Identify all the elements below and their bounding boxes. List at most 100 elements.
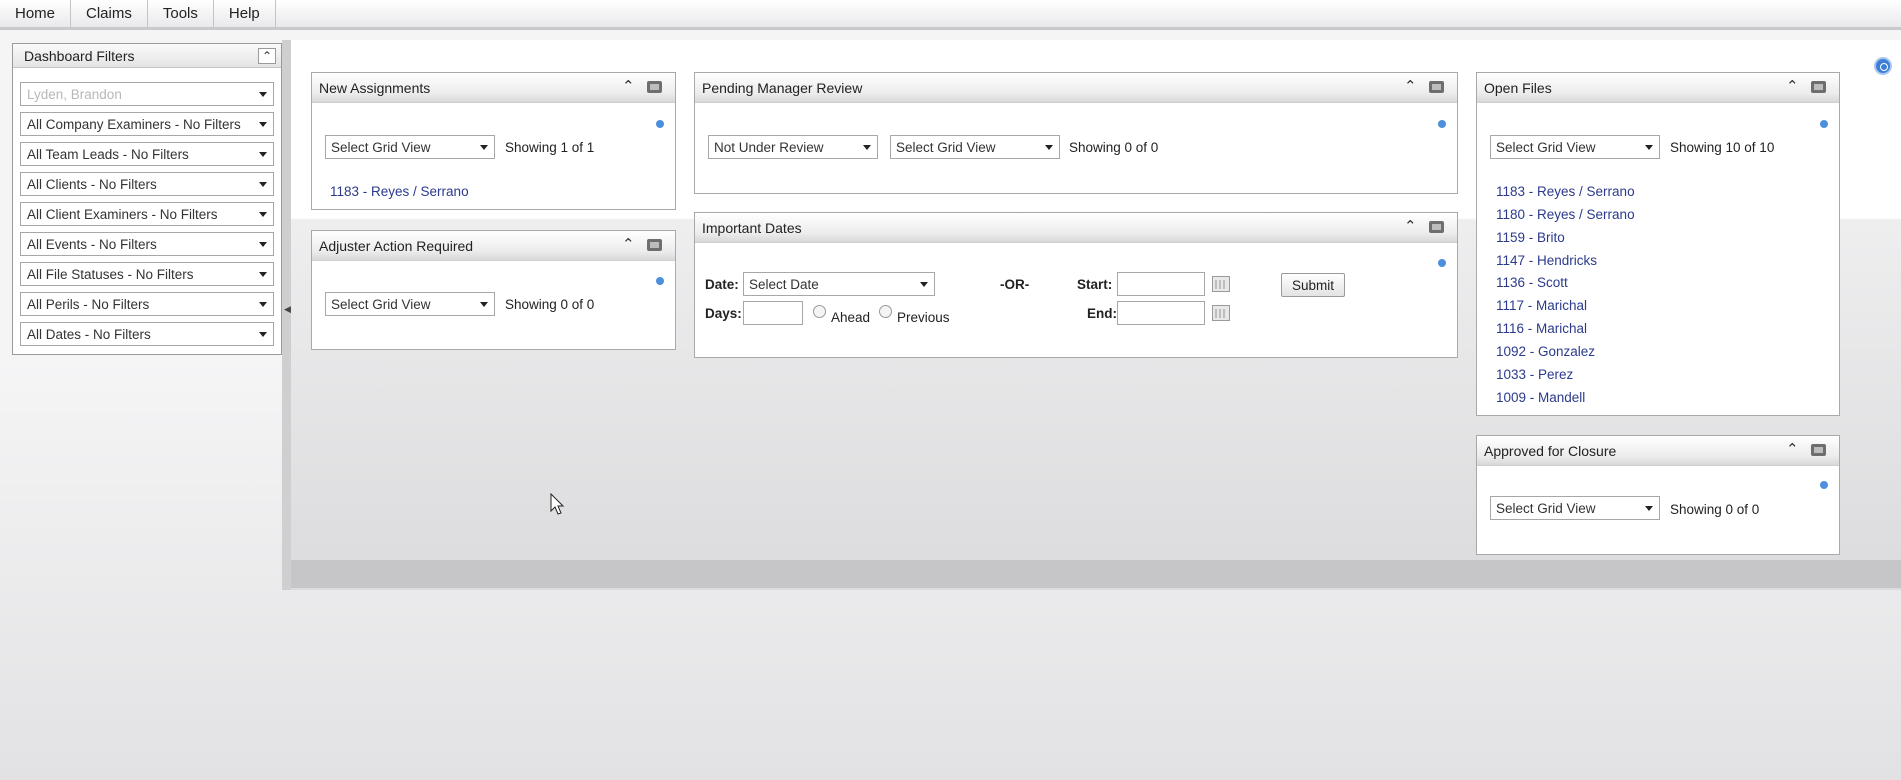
- panel-title: Pending Manager Review: [702, 80, 863, 96]
- filters-collapse-button[interactable]: ⌃: [258, 48, 276, 64]
- select-label: Select Grid View: [331, 297, 431, 312]
- menu-tools[interactable]: Tools: [148, 0, 214, 27]
- dropdown-arrow-icon: [259, 242, 267, 247]
- dropdown-arrow-icon: [259, 302, 267, 307]
- select-label: Select Grid View: [1496, 501, 1596, 516]
- info-dot-icon[interactable]: [1438, 259, 1446, 267]
- refresh-icon[interactable]: [1874, 57, 1892, 75]
- menu-claims[interactable]: Claims: [71, 0, 148, 27]
- grid-view-select[interactable]: Select Grid View: [325, 135, 495, 159]
- select-label: Select Grid View: [896, 140, 996, 155]
- close-icon[interactable]: [1811, 444, 1826, 456]
- select-label: Not Under Review: [714, 140, 824, 155]
- file-link[interactable]: 1009 - Mandell: [1496, 390, 1585, 405]
- file-link[interactable]: 1147 - Hendricks: [1496, 253, 1597, 268]
- file-link[interactable]: 1180 - Reyes / Serrano: [1496, 207, 1635, 222]
- chevron-up-icon[interactable]: ⌃: [1786, 77, 1799, 95]
- calendar-icon[interactable]: [1212, 305, 1230, 321]
- new-assignments-panel: New Assignments ⌃ Select Grid View Showi…: [311, 72, 676, 210]
- showing-count: Showing 10 of 10: [1670, 140, 1775, 155]
- menu-help[interactable]: Help: [214, 0, 276, 27]
- days-input[interactable]: [743, 301, 803, 325]
- submit-button[interactable]: Submit: [1281, 273, 1346, 297]
- showing-count: Showing 0 of 0: [1069, 140, 1159, 155]
- team-leads-select[interactable]: All Team Leads - No Filters: [20, 142, 274, 166]
- info-dot-icon[interactable]: [1820, 120, 1828, 128]
- select-label: All Company Examiners - No Filters: [27, 117, 241, 132]
- events-select[interactable]: All Events - No Filters: [20, 232, 274, 256]
- or-label: -OR-: [1000, 277, 1030, 292]
- dropdown-arrow-icon: [259, 122, 267, 127]
- panel-title: New Assignments: [319, 80, 431, 96]
- menu-bar: Home Claims Tools Help: [0, 0, 1901, 30]
- dropdown-arrow-icon: [259, 152, 267, 157]
- file-link[interactable]: 1033 - Perez: [1496, 367, 1573, 382]
- dropdown-arrow-icon: [480, 145, 488, 150]
- dates-select[interactable]: All Dates - No Filters: [20, 322, 274, 346]
- dropdown-arrow-icon: [259, 182, 267, 187]
- close-icon[interactable]: [647, 81, 662, 93]
- perils-select[interactable]: All Perils - No Filters: [20, 292, 274, 316]
- select-label: All File Statuses - No Filters: [27, 267, 194, 282]
- user-filter-select[interactable]: Lyden, Brandon: [20, 82, 274, 106]
- grid-view-select[interactable]: Select Grid View: [325, 292, 495, 316]
- grid-view-select[interactable]: Select Grid View: [1490, 496, 1660, 520]
- filters-header: Dashboard Filters: [13, 44, 281, 68]
- select-label: All Team Leads - No Filters: [27, 147, 189, 162]
- file-link[interactable]: 1116 - Marichal: [1496, 321, 1587, 336]
- close-icon[interactable]: [1429, 221, 1444, 233]
- dropdown-arrow-icon: [920, 282, 928, 287]
- close-icon[interactable]: [647, 239, 662, 251]
- file-link[interactable]: 1092 - Gonzalez: [1496, 344, 1595, 359]
- previous-label: Previous: [897, 310, 950, 325]
- select-label: Select Date: [749, 277, 819, 292]
- file-link[interactable]: 1183 - Reyes / Serrano: [1496, 184, 1635, 199]
- panel-header: Approved for Closure ⌃: [1477, 436, 1839, 466]
- select-label: All Perils - No Filters: [27, 297, 150, 312]
- chevron-up-icon[interactable]: ⌃: [1786, 440, 1799, 458]
- close-icon[interactable]: [1811, 81, 1826, 93]
- panel-title: Open Files: [1484, 80, 1552, 96]
- chevron-up-icon[interactable]: ⌃: [622, 235, 635, 253]
- start-date-input[interactable]: [1117, 272, 1205, 296]
- panel-header: Open Files ⌃: [1477, 73, 1839, 103]
- mouse-cursor-icon: [550, 493, 565, 515]
- company-examiners-select[interactable]: All Company Examiners - No Filters: [20, 112, 274, 136]
- file-link[interactable]: 1159 - Brito: [1496, 230, 1565, 245]
- chevron-up-icon[interactable]: ⌃: [1404, 77, 1417, 95]
- info-dot-icon[interactable]: [656, 120, 664, 128]
- open-files-panel: Open Files ⌃ Select Grid View Showing 10…: [1476, 72, 1840, 416]
- info-dot-icon[interactable]: [656, 277, 664, 285]
- previous-radio[interactable]: [879, 305, 892, 318]
- dropdown-arrow-icon: [259, 332, 267, 337]
- select-label: Select Grid View: [331, 140, 431, 155]
- file-link[interactable]: 1136 - Scott: [1496, 275, 1568, 290]
- file-link[interactable]: 1183 - Reyes / Serrano: [330, 184, 469, 199]
- ahead-radio[interactable]: [813, 305, 826, 318]
- clients-select[interactable]: All Clients - No Filters: [20, 172, 274, 196]
- dropdown-arrow-icon: [259, 212, 267, 217]
- calendar-icon[interactable]: [1212, 276, 1230, 292]
- info-dot-icon[interactable]: [1820, 481, 1828, 489]
- splitter-grip-icon[interactable]: ◀: [284, 304, 291, 315]
- sidebar-splitter[interactable]: [282, 40, 291, 590]
- file-link[interactable]: 1117 - Marichal: [1496, 298, 1587, 313]
- date-label: Date:: [705, 277, 739, 292]
- select-label: All Events - No Filters: [27, 237, 157, 252]
- review-status-select[interactable]: Not Under Review: [708, 135, 878, 159]
- date-select[interactable]: Select Date: [743, 272, 935, 296]
- showing-count: Showing 1 of 1: [505, 140, 595, 155]
- chevron-up-icon[interactable]: ⌃: [1404, 217, 1417, 235]
- showing-count: Showing 0 of 0: [505, 297, 595, 312]
- panel-title: Important Dates: [702, 220, 802, 236]
- panel-header: Important Dates ⌃: [695, 213, 1457, 243]
- info-dot-icon[interactable]: [1438, 120, 1446, 128]
- grid-view-select[interactable]: Select Grid View: [890, 135, 1060, 159]
- client-examiners-select[interactable]: All Client Examiners - No Filters: [20, 202, 274, 226]
- grid-view-select[interactable]: Select Grid View: [1490, 135, 1660, 159]
- chevron-up-icon[interactable]: ⌃: [622, 77, 635, 95]
- file-statuses-select[interactable]: All File Statuses - No Filters: [20, 262, 274, 286]
- close-icon[interactable]: [1429, 81, 1444, 93]
- end-date-input[interactable]: [1117, 301, 1205, 325]
- menu-home[interactable]: Home: [0, 0, 72, 27]
